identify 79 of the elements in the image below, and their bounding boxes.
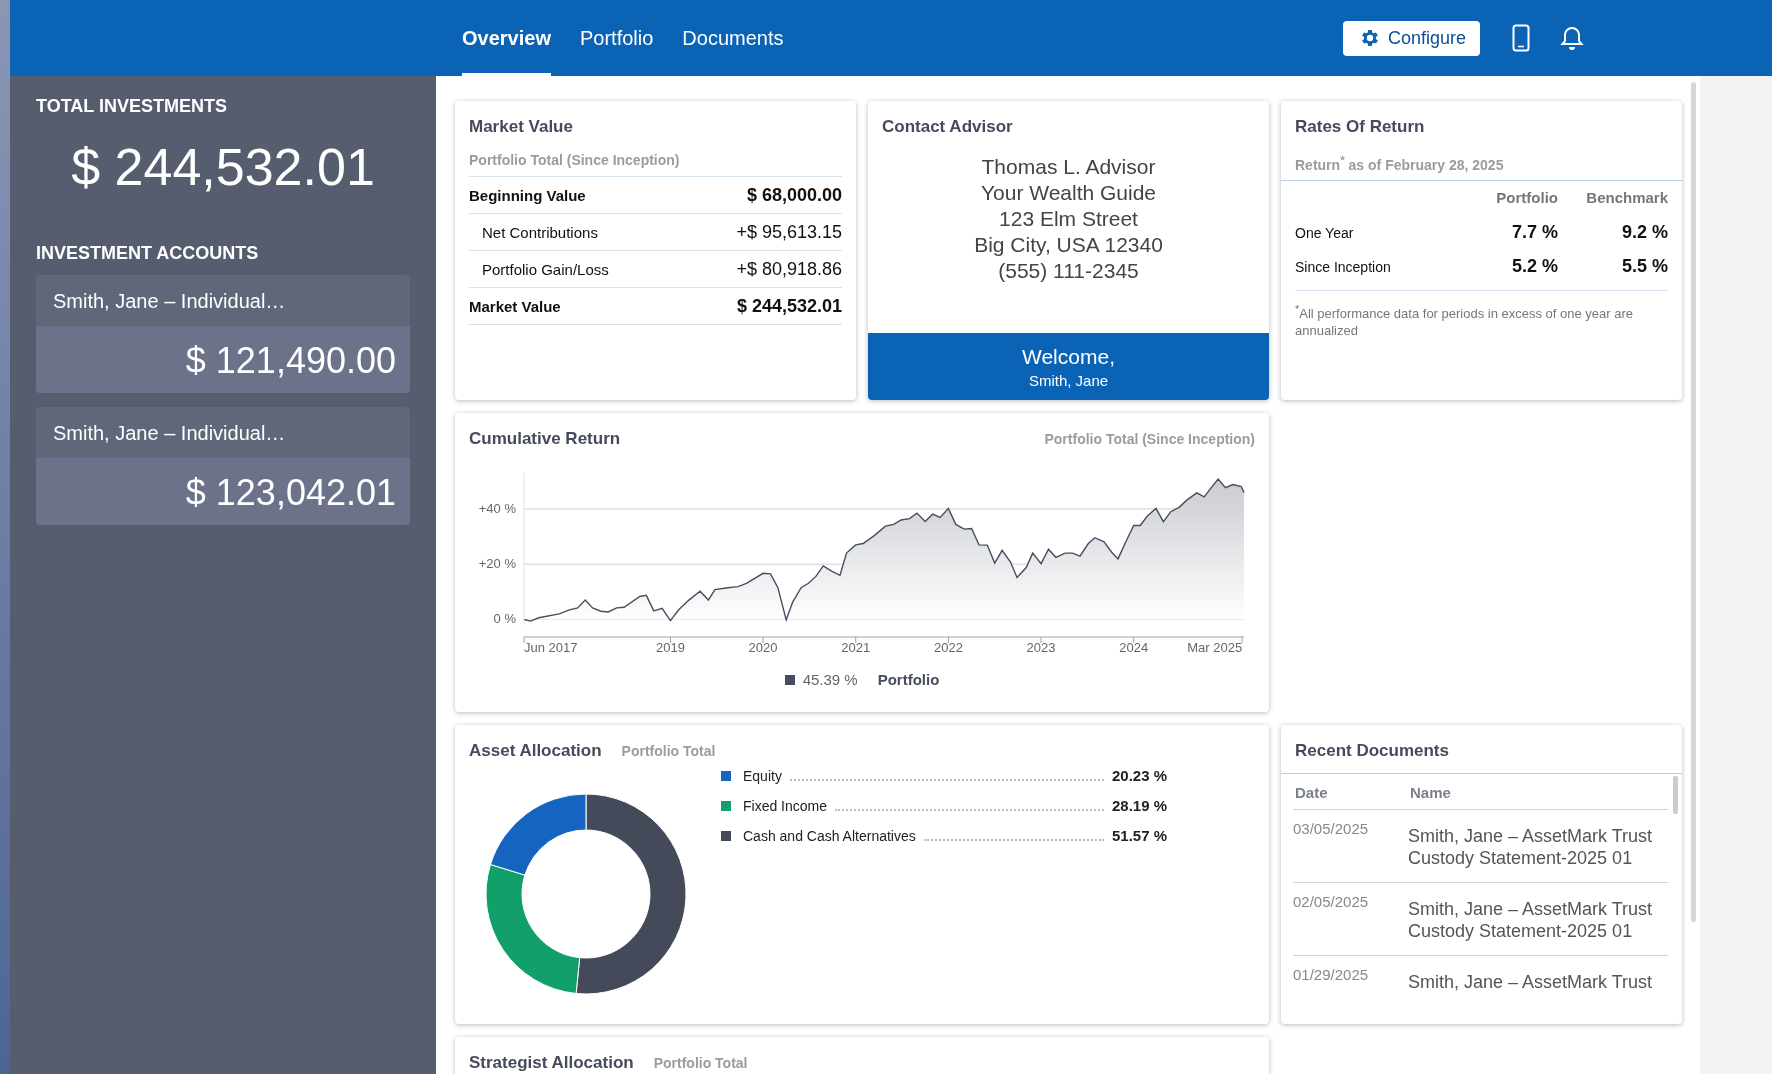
card-title: Recent Documents: [1294, 741, 1450, 761]
address-line: (555) 111-2345: [997, 258, 1140, 284]
nav-tab[interactable]: Portfolio: [579, 0, 654, 76]
document-link[interactable]: Smith, Jane – AssetMark Trust Custody Statement-2025 01: [1408, 898, 1658, 942]
card-title: Strategist Allocation: [469, 1053, 634, 1073]
section-label: TOTAL INVESTMENTS: [36, 96, 228, 117]
footnote: $^{*}$All performance data for periods in excess of one year are annualized: [1294, 301, 1635, 339]
address-line: Thomas L. Advisor: [980, 154, 1157, 180]
card-subtitle: Portfolio Total: [621, 743, 716, 759]
account-value: $ 123,042.01: [36, 458, 410, 525]
legend-label: Cash and Cash Alternatives: [743, 828, 916, 844]
total-value: $ 244,532.01: [70, 137, 376, 197]
y-tick-label: +20 %: [478, 556, 516, 572]
configure-button[interactable]: Configure: [1342, 20, 1480, 56]
bell-icon[interactable]: [1560, 25, 1584, 51]
table-cell-text: 7.7 %: [1510, 222, 1558, 244]
document-link[interactable]: Smith, Jane – AssetMark Trust: [1408, 971, 1658, 993]
row-value: +$ 95,613.15: [736, 221, 842, 243]
card-title: Cumulative Return: [469, 429, 621, 449]
document-date: 02/05/2025: [1293, 893, 1370, 912]
account-name: Smith, Jane – Individual…: [36, 407, 410, 458]
legend-value: 20.23 %: [1111, 767, 1167, 784]
phone-icon[interactable]: [1512, 24, 1530, 52]
card-subtitle: Portfolio Total: [653, 1055, 748, 1071]
row-label: Since Inception: [1295, 258, 1392, 275]
card-title: Asset Allocation: [469, 741, 602, 761]
x-tick-label: 2020: [748, 640, 778, 655]
legend-label: Equity: [743, 768, 782, 784]
nav-tab[interactable]: Documents: [682, 0, 784, 76]
account-value: $ 121,490.00: [36, 326, 410, 393]
row-value: +$ 80,918.86: [736, 258, 842, 280]
table-cell-text: 5.5 %: [1620, 256, 1668, 278]
y-tick-label: +40 %: [478, 500, 516, 516]
section-label: INVESTMENT ACCOUNTS: [36, 243, 260, 264]
card-title: Contact Advisor: [881, 117, 1014, 137]
x-tick-label: Mar 2025: [1187, 640, 1243, 655]
document-link[interactable]: Smith, Jane – AssetMark Trust Custody Statement-2025 01: [1408, 825, 1658, 869]
x-tick-label: 2023: [1026, 640, 1056, 655]
row-value: $ 244,532.01: [736, 295, 842, 317]
row-label: One Year: [1295, 224, 1355, 241]
row-label: Net Contributions: [482, 223, 598, 241]
column-header: Date: [1295, 784, 1329, 801]
legend-value: 51.57 %: [1111, 827, 1167, 844]
row-label: Market Value: [469, 297, 561, 315]
legend-value: 45.39 %: [802, 671, 858, 688]
row-label: Beginning Value: [469, 186, 586, 204]
address-line: 123 Elm Street: [998, 206, 1139, 232]
legend-value: 28.19 %: [1111, 797, 1167, 814]
account-card[interactable]: Smith, Jane – Individual… $ 123,042.01: [36, 407, 410, 525]
card-title: Rates Of Return: [1294, 117, 1426, 137]
scrollbar[interactable]: [1673, 776, 1678, 814]
card-subtitle: Return$^{*}$ as of February 28, 2025: [1294, 153, 1505, 175]
legend-label: Fixed Income: [743, 798, 828, 814]
row-label: Portfolio Gain/Loss: [482, 260, 609, 278]
x-tick-label: 2024: [1119, 640, 1149, 655]
column-header: Benchmark: [1585, 188, 1668, 206]
table-cell-text: 9.2 %: [1620, 222, 1668, 244]
address-line: Big City, USA 12340: [973, 232, 1164, 258]
row-value: $ 68,000.00: [746, 184, 842, 206]
address-line: Your Wealth Guide: [979, 180, 1158, 206]
card-subtitle: Portfolio Total (Since Inception): [469, 152, 842, 177]
y-tick-label: 0 %: [493, 611, 516, 627]
x-tick-label: 2022: [933, 640, 963, 655]
table-cell-text: 5.2 %: [1510, 256, 1558, 278]
document-date: 01/29/2025: [1293, 966, 1370, 985]
account-name: Smith, Jane – Individual…: [36, 275, 410, 326]
column-header: Portfolio: [1495, 188, 1558, 206]
welcome-text: Welcome,: [1021, 345, 1116, 369]
card-subtitle: Portfolio Total (Since Inception): [1044, 431, 1255, 447]
legend-label: Portfolio: [877, 671, 940, 688]
client-name: Smith, Jane: [1027, 372, 1110, 389]
x-tick-label: 2021: [841, 640, 871, 655]
x-tick-label: Jun 2017: [524, 640, 578, 655]
scrollbar[interactable]: [1691, 82, 1696, 922]
x-tick-label: 2019: [655, 640, 685, 655]
column-header: Name: [1410, 784, 1451, 801]
account-card[interactable]: Smith, Jane – Individual… $ 121,490.00: [36, 275, 410, 393]
card-title: Market Value: [469, 117, 574, 137]
document-date: 03/05/2025: [1293, 820, 1370, 839]
